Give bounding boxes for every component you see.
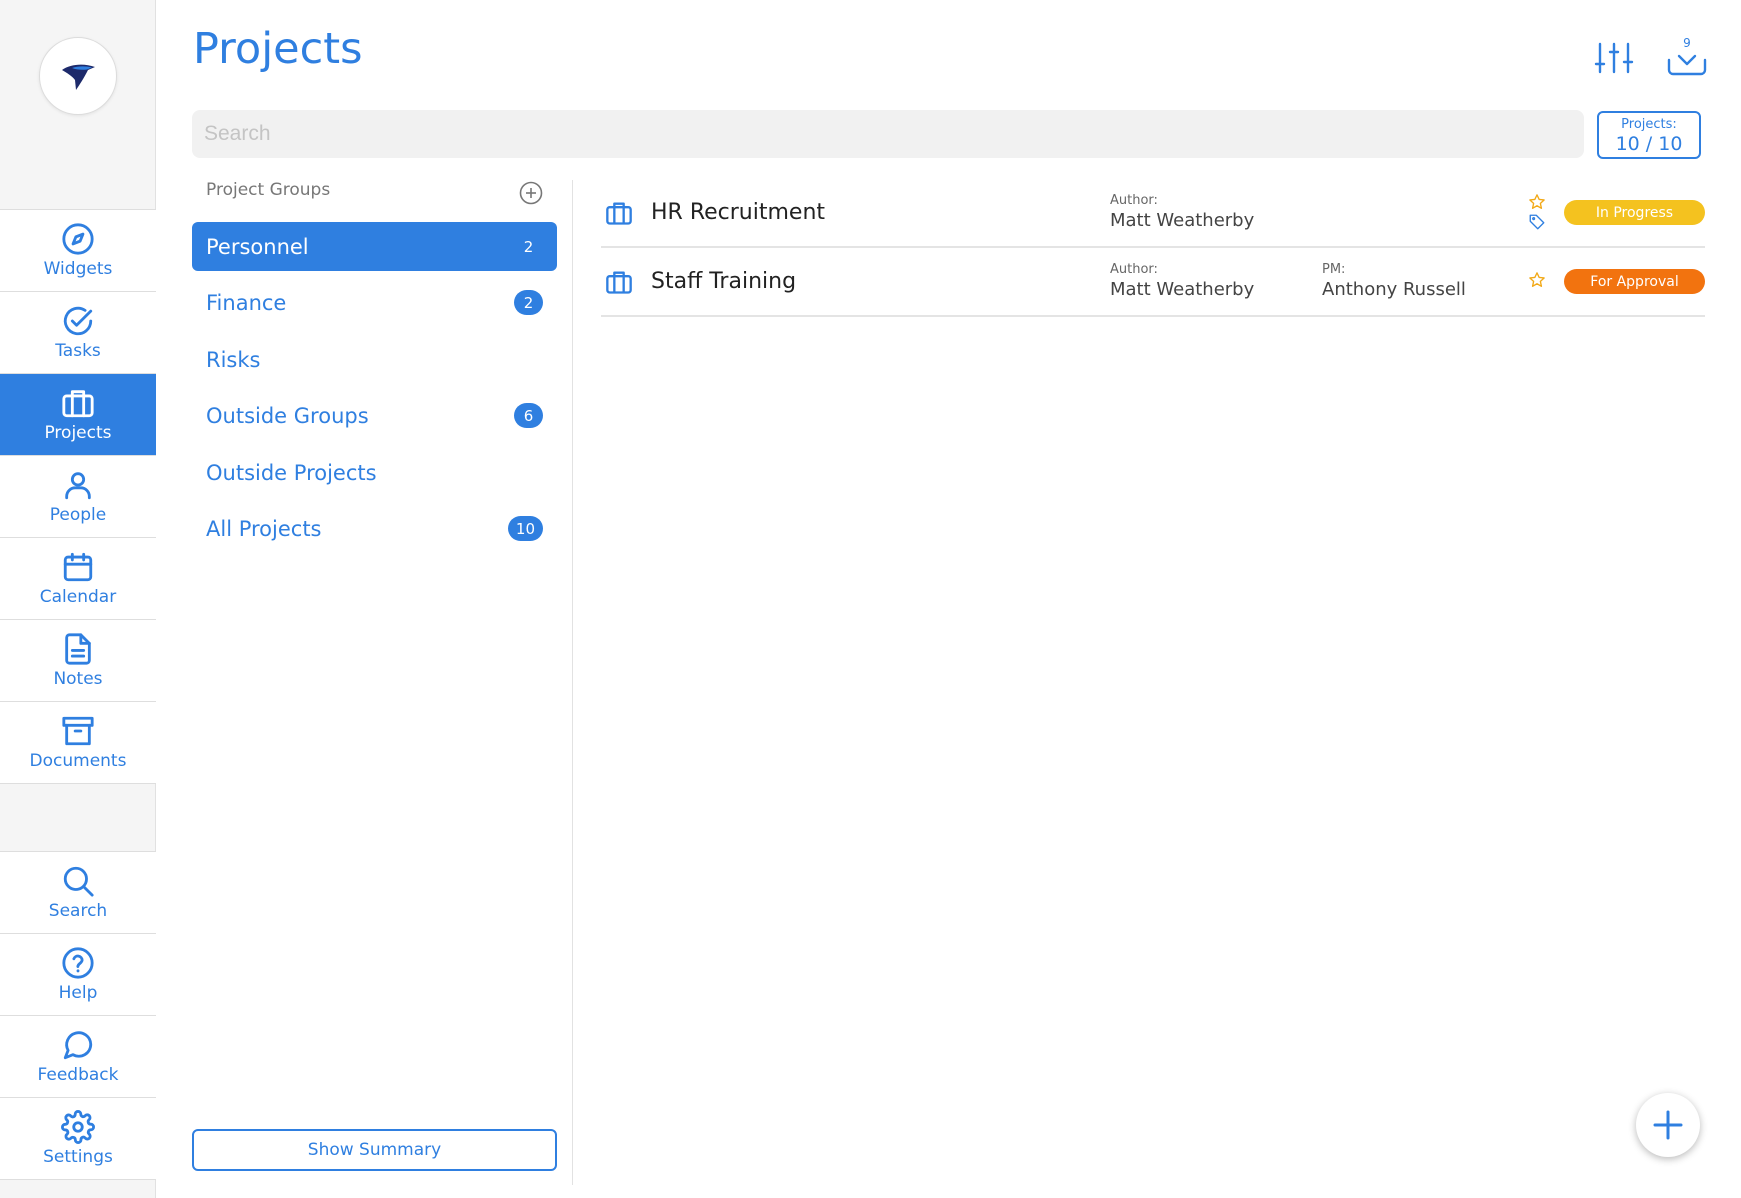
briefcase-icon <box>62 390 94 418</box>
compass-icon <box>62 223 94 255</box>
search-input[interactable] <box>192 110 1584 158</box>
document-icon <box>65 633 91 665</box>
filter-button[interactable] <box>1592 36 1636 80</box>
gear-icon <box>61 1110 95 1144</box>
star-icon <box>1529 272 1545 287</box>
star-button[interactable] <box>1528 271 1546 289</box>
nav-item-calendar[interactable]: Calendar <box>0 538 156 620</box>
group-count-badge: 10 <box>507 516 543 541</box>
projects-count-label: Projects: <box>1621 117 1677 132</box>
nav-item-projects[interactable]: Projects <box>0 374 156 456</box>
project-author: Author: Matt Weatherby <box>1110 193 1254 231</box>
plus-circle-icon <box>519 181 543 205</box>
show-summary-button[interactable]: Show Summary <box>192 1129 557 1171</box>
nav-item-label: Notes <box>53 669 103 689</box>
tag-icon <box>1529 214 1545 230</box>
project-name: HR Recruitment <box>651 200 826 225</box>
project-name: Staff Training <box>651 269 797 294</box>
plus-icon <box>1653 1110 1683 1140</box>
group-item-outside-groups[interactable]: Outside Groups 6 <box>192 391 557 440</box>
help-icon <box>62 947 94 979</box>
nav-item-notes[interactable]: Notes <box>0 620 156 702</box>
check-circle-icon <box>63 306 93 336</box>
nav-item-label: Help <box>58 983 98 1003</box>
author-name: Matt Weatherby <box>1110 210 1255 231</box>
tag-button[interactable] <box>1528 213 1546 231</box>
project-pm: PM: Anthony Russell <box>1322 262 1466 300</box>
nav-item-people[interactable]: People <box>0 456 156 538</box>
projects-count-value: 10 / 10 <box>1615 133 1683 155</box>
group-name: All Projects <box>206 516 322 541</box>
pm-label: PM: <box>1322 262 1346 277</box>
nav-item-feedback[interactable]: Feedback <box>0 1016 156 1098</box>
group-item-outside-projects[interactable]: Outside Projects <box>192 448 557 497</box>
nav-item-label: Documents <box>29 751 127 771</box>
nav-item-label: Settings <box>43 1147 113 1167</box>
star-button[interactable] <box>1528 193 1546 211</box>
star-icon <box>1529 194 1545 209</box>
group-item-risks[interactable]: Risks <box>192 335 557 384</box>
nav-item-label: Search <box>48 901 108 921</box>
secondary-nav: Search Help Feedback Settings <box>0 851 156 1180</box>
pm-name: Anthony Russell <box>1322 279 1466 300</box>
group-name: Personnel <box>206 234 309 259</box>
search-icon <box>63 866 94 897</box>
author-label: Author: <box>1110 262 1158 277</box>
group-name: Outside Groups <box>206 403 369 428</box>
app-logo[interactable] <box>39 37 117 115</box>
group-count-badge: 2 <box>523 237 534 256</box>
group-count-badge: 2 <box>514 290 543 315</box>
projects-count-box[interactable]: Projects: 10 / 10 <box>1597 111 1701 159</box>
nav-item-label: Projects <box>44 423 112 443</box>
panel-divider <box>572 180 573 1185</box>
status-badge[interactable]: In Progress <box>1564 200 1705 225</box>
nav-item-label: Tasks <box>55 341 101 361</box>
group-name: Finance <box>206 290 287 315</box>
bird-logo-icon <box>62 64 95 90</box>
inbox-count-badge: 9 <box>1683 36 1691 50</box>
status-badge[interactable]: For Approval <box>1564 269 1705 294</box>
nav-item-help[interactable]: Help <box>0 934 156 1016</box>
nav-item-label: Feedback <box>37 1065 119 1085</box>
primary-nav: Widgets Tasks Projects People Calendar N… <box>0 209 156 784</box>
nav-item-documents[interactable]: Documents <box>0 702 156 784</box>
chat-bubble-icon <box>63 1031 93 1060</box>
nav-item-label: Widgets <box>43 259 113 279</box>
add-project-button[interactable] <box>1636 1093 1700 1157</box>
nav-item-widgets[interactable]: Widgets <box>0 210 156 292</box>
nav-item-settings[interactable]: Settings <box>0 1098 156 1180</box>
group-item-finance[interactable]: Finance 2 <box>192 278 557 327</box>
briefcase-icon <box>605 268 633 296</box>
project-groups-heading: Project Groups <box>206 180 331 200</box>
group-name: Risks <box>206 347 261 372</box>
group-name: Outside Projects <box>206 460 377 485</box>
nav-item-tasks[interactable]: Tasks <box>0 292 156 374</box>
project-author: Author: Matt Weatherby <box>1110 262 1254 300</box>
sliders-icon <box>1594 42 1634 74</box>
add-group-button[interactable] <box>519 181 543 205</box>
group-item-all-projects[interactable]: All Projects 10 <box>192 504 557 553</box>
archive-box-icon <box>62 716 94 746</box>
author-name: Matt Weatherby <box>1110 279 1255 300</box>
group-count-badge: 6 <box>514 403 543 428</box>
project-row-staff-training[interactable]: Staff Training Author: Matt Weatherby PM… <box>601 248 1705 317</box>
calendar-icon <box>63 552 93 582</box>
nav-item-label: People <box>49 505 107 525</box>
nav-item-search[interactable]: Search <box>0 852 156 934</box>
briefcase-icon <box>605 199 633 227</box>
author-label: Author: <box>1110 193 1158 208</box>
page-title: Projects <box>193 24 363 74</box>
sidebar-nav: Widgets Tasks Projects People Calendar N… <box>0 0 156 1198</box>
group-item-personnel[interactable]: Personnel 2 <box>192 222 557 271</box>
nav-item-label: Calendar <box>39 587 117 607</box>
project-row-hr-recruitment[interactable]: HR Recruitment Author: Matt Weatherby In… <box>601 179 1705 248</box>
person-icon <box>65 472 91 500</box>
